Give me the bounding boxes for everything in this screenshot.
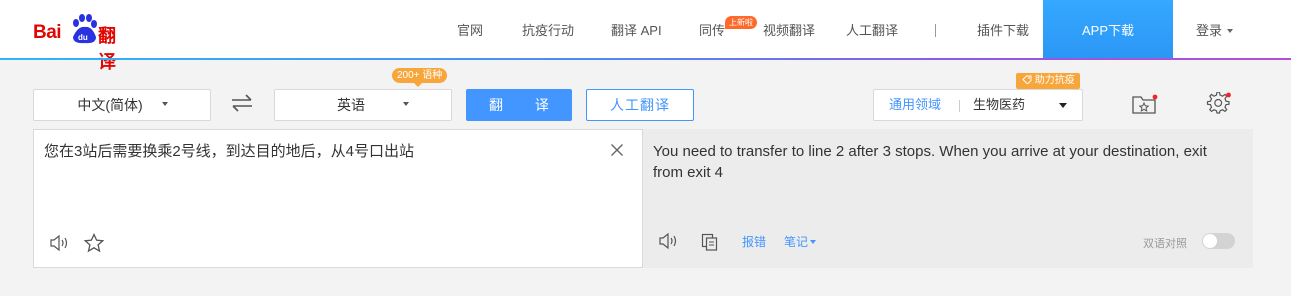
domain-divider: [959, 100, 960, 112]
chevron-down-icon: [810, 239, 817, 244]
notes-menu[interactable]: 笔记: [784, 233, 817, 250]
domain-select[interactable]: 通用领域 生物医药: [873, 89, 1083, 121]
copy-icon[interactable]: [700, 232, 720, 252]
baidu-fanyi-logo[interactable]: Bai du 翻译: [33, 13, 133, 73]
target-text-panel: You need to transfer to line 2 after 3 s…: [643, 129, 1253, 268]
settings-gear-icon[interactable]: [1204, 92, 1232, 116]
nav-official-site[interactable]: 官网: [457, 0, 483, 58]
covid-help-badge: 助力抗疫: [1016, 73, 1080, 89]
nav-video-translate[interactable]: 视频翻译: [763, 0, 815, 58]
nav-simultaneous[interactable]: 同传: [699, 0, 725, 58]
bilingual-toggle[interactable]: [1202, 233, 1235, 249]
logo-text-fanyi: 翻译: [98, 26, 116, 73]
login-label: 登录: [1196, 23, 1223, 38]
app-download-button[interactable]: APP下载: [1043, 0, 1173, 58]
header-gradient-divider: [0, 58, 1291, 60]
star-icon[interactable]: [83, 233, 105, 253]
speaker-icon[interactable]: [49, 234, 71, 252]
notes-label: 笔记: [784, 235, 809, 249]
baidu-paw-icon: du: [73, 14, 97, 44]
domain-label: 通用领域: [889, 97, 942, 112]
nav-translate-api[interactable]: 翻译 API: [611, 0, 662, 58]
nav-plugin-download[interactable]: 插件下载: [977, 0, 1029, 58]
translate-button[interactable]: 翻 译: [466, 89, 572, 121]
clear-icon[interactable]: [610, 143, 624, 157]
nav-new-badge: 上新啦: [725, 16, 757, 29]
chevron-down-icon: [1227, 28, 1234, 33]
tag-icon: [1022, 75, 1032, 85]
nav-covid-action[interactable]: 抗疫行动: [522, 0, 574, 58]
login-menu[interactable]: 登录: [1196, 0, 1234, 58]
source-text-panel[interactable]: 您在3站后需要换乘2号线，到达目的地后，从4号口出站: [33, 129, 643, 268]
human-translate-button[interactable]: 人工翻译: [586, 89, 694, 121]
caret-down-icon: [1059, 103, 1067, 108]
language-count-badge: 200+ 语种: [392, 68, 448, 87]
source-language-select[interactable]: 中文(简体): [33, 89, 211, 121]
swap-languages-icon[interactable]: [229, 92, 255, 114]
top-header: Bai du 翻译 官网 抗疫行动 翻译 API 同传 上新啦 视频翻译 人工翻…: [0, 0, 1291, 73]
domain-value: 生物医药: [973, 97, 1026, 112]
covid-help-label: 助力抗疫: [1034, 75, 1075, 86]
chevron-down-icon: [162, 102, 168, 106]
nav-divider: [935, 24, 936, 37]
favorites-folder-icon[interactable]: [1131, 93, 1159, 115]
nav-human-translate[interactable]: 人工翻译: [846, 0, 898, 58]
toggle-knob: [1203, 234, 1217, 248]
logo-text-bai: Bai: [33, 22, 62, 43]
logo-text-du: du: [78, 33, 88, 42]
source-textarea[interactable]: 您在3站后需要换乘2号线，到达目的地后，从4号口出站: [44, 142, 414, 162]
translation-output: You need to transfer to line 2 after 3 s…: [653, 143, 1207, 181]
target-language-select[interactable]: 英语: [274, 89, 452, 121]
report-error-link[interactable]: 报错: [742, 233, 766, 250]
speaker-icon[interactable]: [658, 232, 680, 250]
bilingual-label: 双语对照: [1143, 238, 1187, 250]
chevron-down-icon: [403, 102, 409, 106]
